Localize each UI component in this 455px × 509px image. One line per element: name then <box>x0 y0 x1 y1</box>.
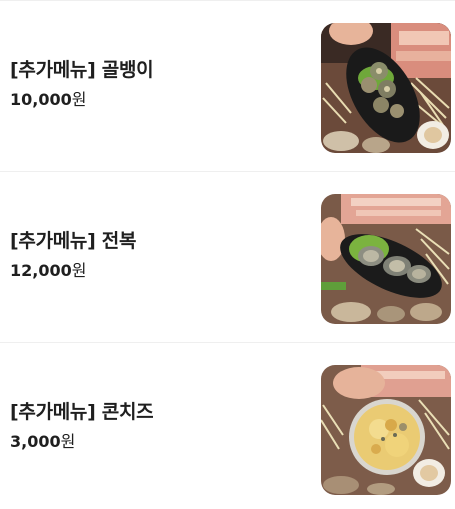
menu-item-price: 10,000원 <box>10 90 153 110</box>
menu-item-text: [추가메뉴] 콘치즈 3,000원 <box>10 400 154 452</box>
menu-item-text: [추가메뉴] 전복 12,000원 <box>10 229 136 281</box>
price-amount: 12,000 <box>10 261 72 280</box>
menu-item-name: [추가메뉴] 전복 <box>10 230 137 252</box>
menu-item-abalone[interactable]: [추가메뉴] 전복 12,000원 <box>0 171 455 342</box>
price-amount: 10,000 <box>10 90 72 109</box>
menu-item-sea-snail[interactable]: [추가메뉴] 골뱅이 10,000원 <box>0 0 455 171</box>
price-currency: 원 <box>60 432 76 451</box>
sea-snail-photo[interactable] <box>321 23 451 153</box>
menu-item-price: 12,000원 <box>10 261 136 281</box>
menu-item-name: [추가메뉴] 골뱅이 <box>10 59 154 81</box>
price-currency: 원 <box>71 261 87 280</box>
abalone-photo[interactable] <box>321 194 451 324</box>
menu-item-name: [추가메뉴] 콘치즈 <box>10 401 154 423</box>
menu-item-corn-cheese[interactable]: [추가메뉴] 콘치즈 3,000원 <box>0 342 455 509</box>
menu-item-price: 3,000원 <box>10 432 153 452</box>
price-amount: 3,000 <box>10 432 61 451</box>
corn-cheese-photo[interactable] <box>321 365 451 495</box>
menu-list: [추가메뉴] 골뱅이 10,000원 [추가메뉴] 전복 12,000원 [추가… <box>0 0 455 509</box>
menu-item-text: [추가메뉴] 골뱅이 10,000원 <box>10 58 154 110</box>
price-currency: 원 <box>71 90 87 109</box>
